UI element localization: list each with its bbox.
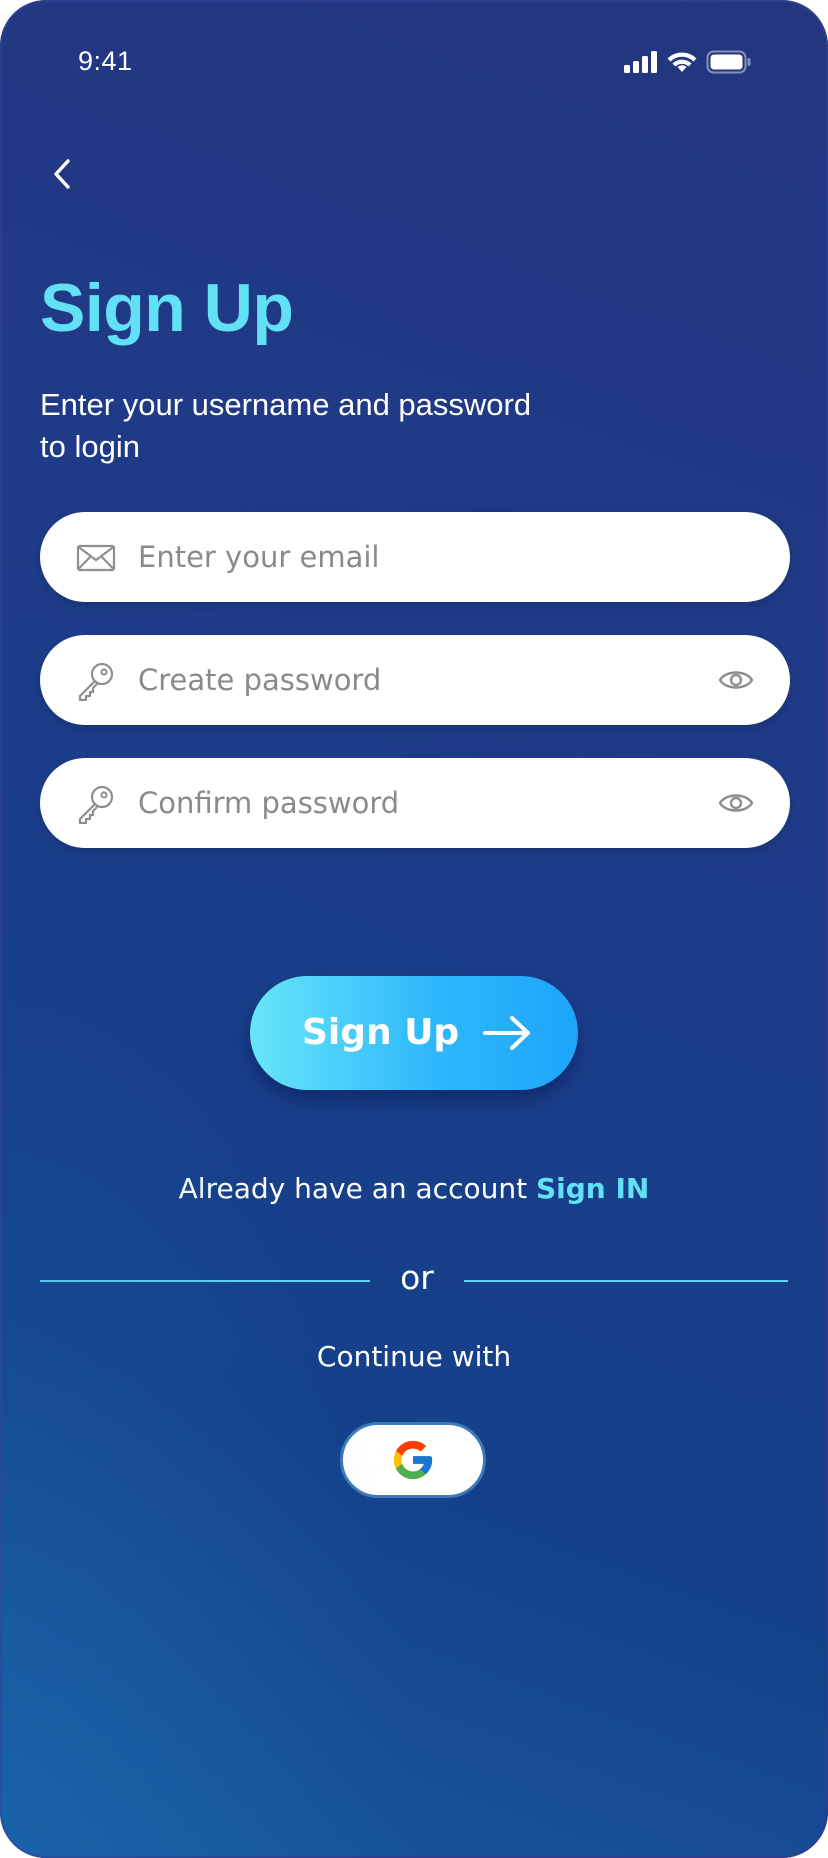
- key-icon: [78, 662, 114, 701]
- back-button[interactable]: [44, 156, 80, 192]
- divider-or-text: or: [400, 1258, 434, 1297]
- email-field-container: [40, 512, 790, 602]
- wifi-icon: [667, 52, 697, 72]
- chevron-left-icon: [54, 159, 70, 189]
- sign-up-button[interactable]: Sign Up: [250, 976, 578, 1090]
- email-input[interactable]: [138, 512, 698, 602]
- confirm-password-input[interactable]: [138, 758, 698, 848]
- page-title: Sign Up: [40, 270, 294, 346]
- page-subtitle: Enter your username and password to login: [40, 384, 660, 468]
- create-password-input[interactable]: [138, 635, 698, 725]
- eye-icon[interactable]: [718, 664, 754, 696]
- cellular-signal-icon: [624, 51, 657, 73]
- password-field-container: [40, 635, 790, 725]
- subtitle-line-1: Enter your username and password: [40, 387, 532, 422]
- status-time: 9:41: [78, 46, 133, 76]
- envelope-icon: [76, 544, 116, 572]
- sign-up-button-label: Sign Up: [302, 1012, 460, 1053]
- signin-prompt: Already have an account Sign IN: [0, 1172, 828, 1205]
- confirm-password-field-container: [40, 758, 790, 848]
- battery-icon: [706, 50, 751, 74]
- sign-in-link[interactable]: Sign IN: [536, 1172, 649, 1205]
- divider-line-left: [40, 1280, 370, 1282]
- subtitle-line-2: to login: [40, 429, 140, 464]
- google-signin-button[interactable]: [340, 1422, 486, 1498]
- google-logo-icon: [393, 1440, 433, 1480]
- key-icon: [78, 785, 114, 824]
- continue-with-text: Continue with: [316, 1340, 512, 1373]
- signin-prompt-text: Already have an account: [178, 1172, 528, 1205]
- signup-screen: 9:41 Sign Up Enter your username and pas…: [0, 0, 828, 1858]
- divider-line-right: [464, 1280, 788, 1282]
- arrow-right-icon: [483, 1016, 530, 1050]
- eye-icon[interactable]: [718, 787, 754, 819]
- status-icons: [624, 50, 752, 74]
